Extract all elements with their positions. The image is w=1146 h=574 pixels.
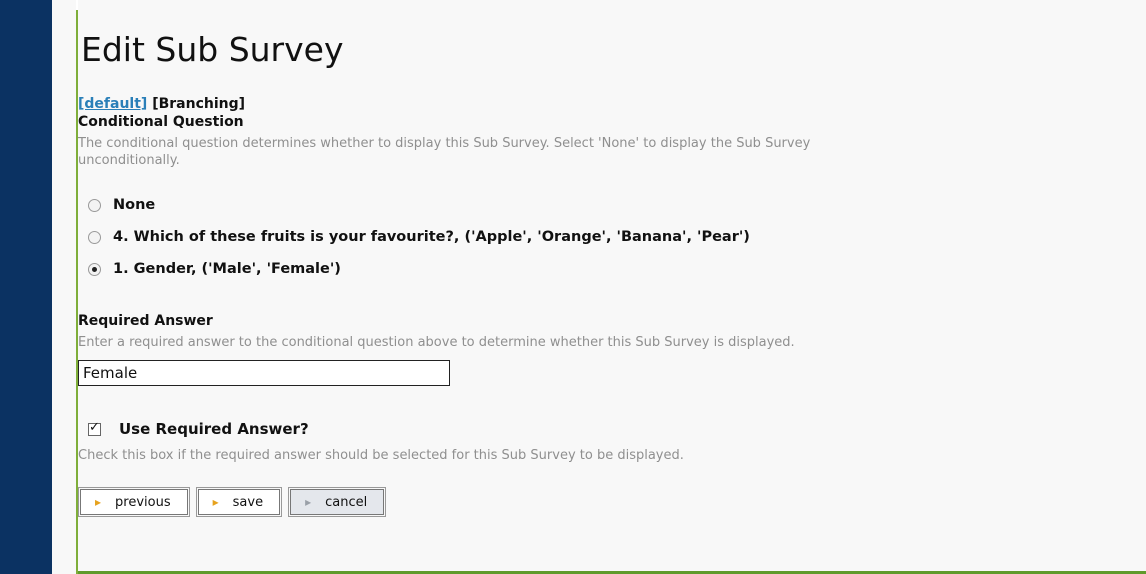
cancel-button[interactable]: ▸ cancel: [288, 487, 387, 517]
radio-button[interactable]: [88, 198, 101, 212]
use-required-answer-help: Check this box if the required answer sh…: [78, 448, 684, 463]
conditional-question-help-line1: The conditional question determines whet…: [78, 136, 811, 151]
arrow-right-icon: ▸: [305, 495, 312, 509]
radio-button[interactable]: [88, 230, 101, 244]
main-content: Edit Sub Survey [default] [Branching] Co…: [78, 0, 1146, 574]
required-answer-help: Enter a required answer to the condition…: [78, 335, 795, 350]
previous-button[interactable]: ▸ previous: [78, 487, 190, 517]
save-button[interactable]: ▸ save: [195, 487, 283, 517]
checkmark-icon: ✓: [89, 419, 100, 435]
button-bar: ▸ previous ▸ save ▸ cancel: [78, 487, 388, 517]
save-button-label: save: [232, 494, 264, 510]
tab-branching: [Branching]: [152, 96, 246, 112]
tab-bar: [default] [Branching]: [78, 96, 245, 112]
required-answer-input[interactable]: [78, 360, 450, 386]
required-answer-heading: Required Answer: [78, 313, 213, 329]
radio-label: 1. Gender, ('Male', 'Female'): [113, 261, 341, 277]
radio-button-selected[interactable]: [88, 262, 101, 276]
radio-option-fruits[interactable]: 4. Which of these fruits is your favouri…: [88, 229, 750, 245]
conditional-question-heading: Conditional Question: [78, 114, 244, 130]
left-gutter: [52, 0, 76, 574]
arrow-right-icon: ▸: [212, 495, 219, 509]
page-title: Edit Sub Survey: [81, 30, 344, 69]
radio-label: None: [113, 197, 156, 213]
use-required-answer-checkbox[interactable]: ✓: [88, 419, 101, 436]
use-required-answer-row[interactable]: ✓ Use Required Answer?: [88, 420, 309, 438]
radio-option-gender[interactable]: 1. Gender, ('Male', 'Female'): [88, 261, 341, 277]
previous-button-label: previous: [115, 494, 171, 510]
arrow-right-icon: ▸: [95, 495, 102, 509]
radio-label: 4. Which of these fruits is your favouri…: [113, 229, 750, 245]
left-sidebar-bar: [0, 0, 52, 574]
cancel-button-label: cancel: [325, 494, 368, 510]
conditional-question-help: The conditional question determines whet…: [78, 135, 1146, 169]
use-required-answer-label: Use Required Answer?: [119, 420, 309, 438]
radio-option-none[interactable]: None: [88, 197, 155, 213]
tab-default[interactable]: [default]: [78, 96, 147, 112]
conditional-question-help-line2: unconditionally.: [78, 153, 180, 168]
